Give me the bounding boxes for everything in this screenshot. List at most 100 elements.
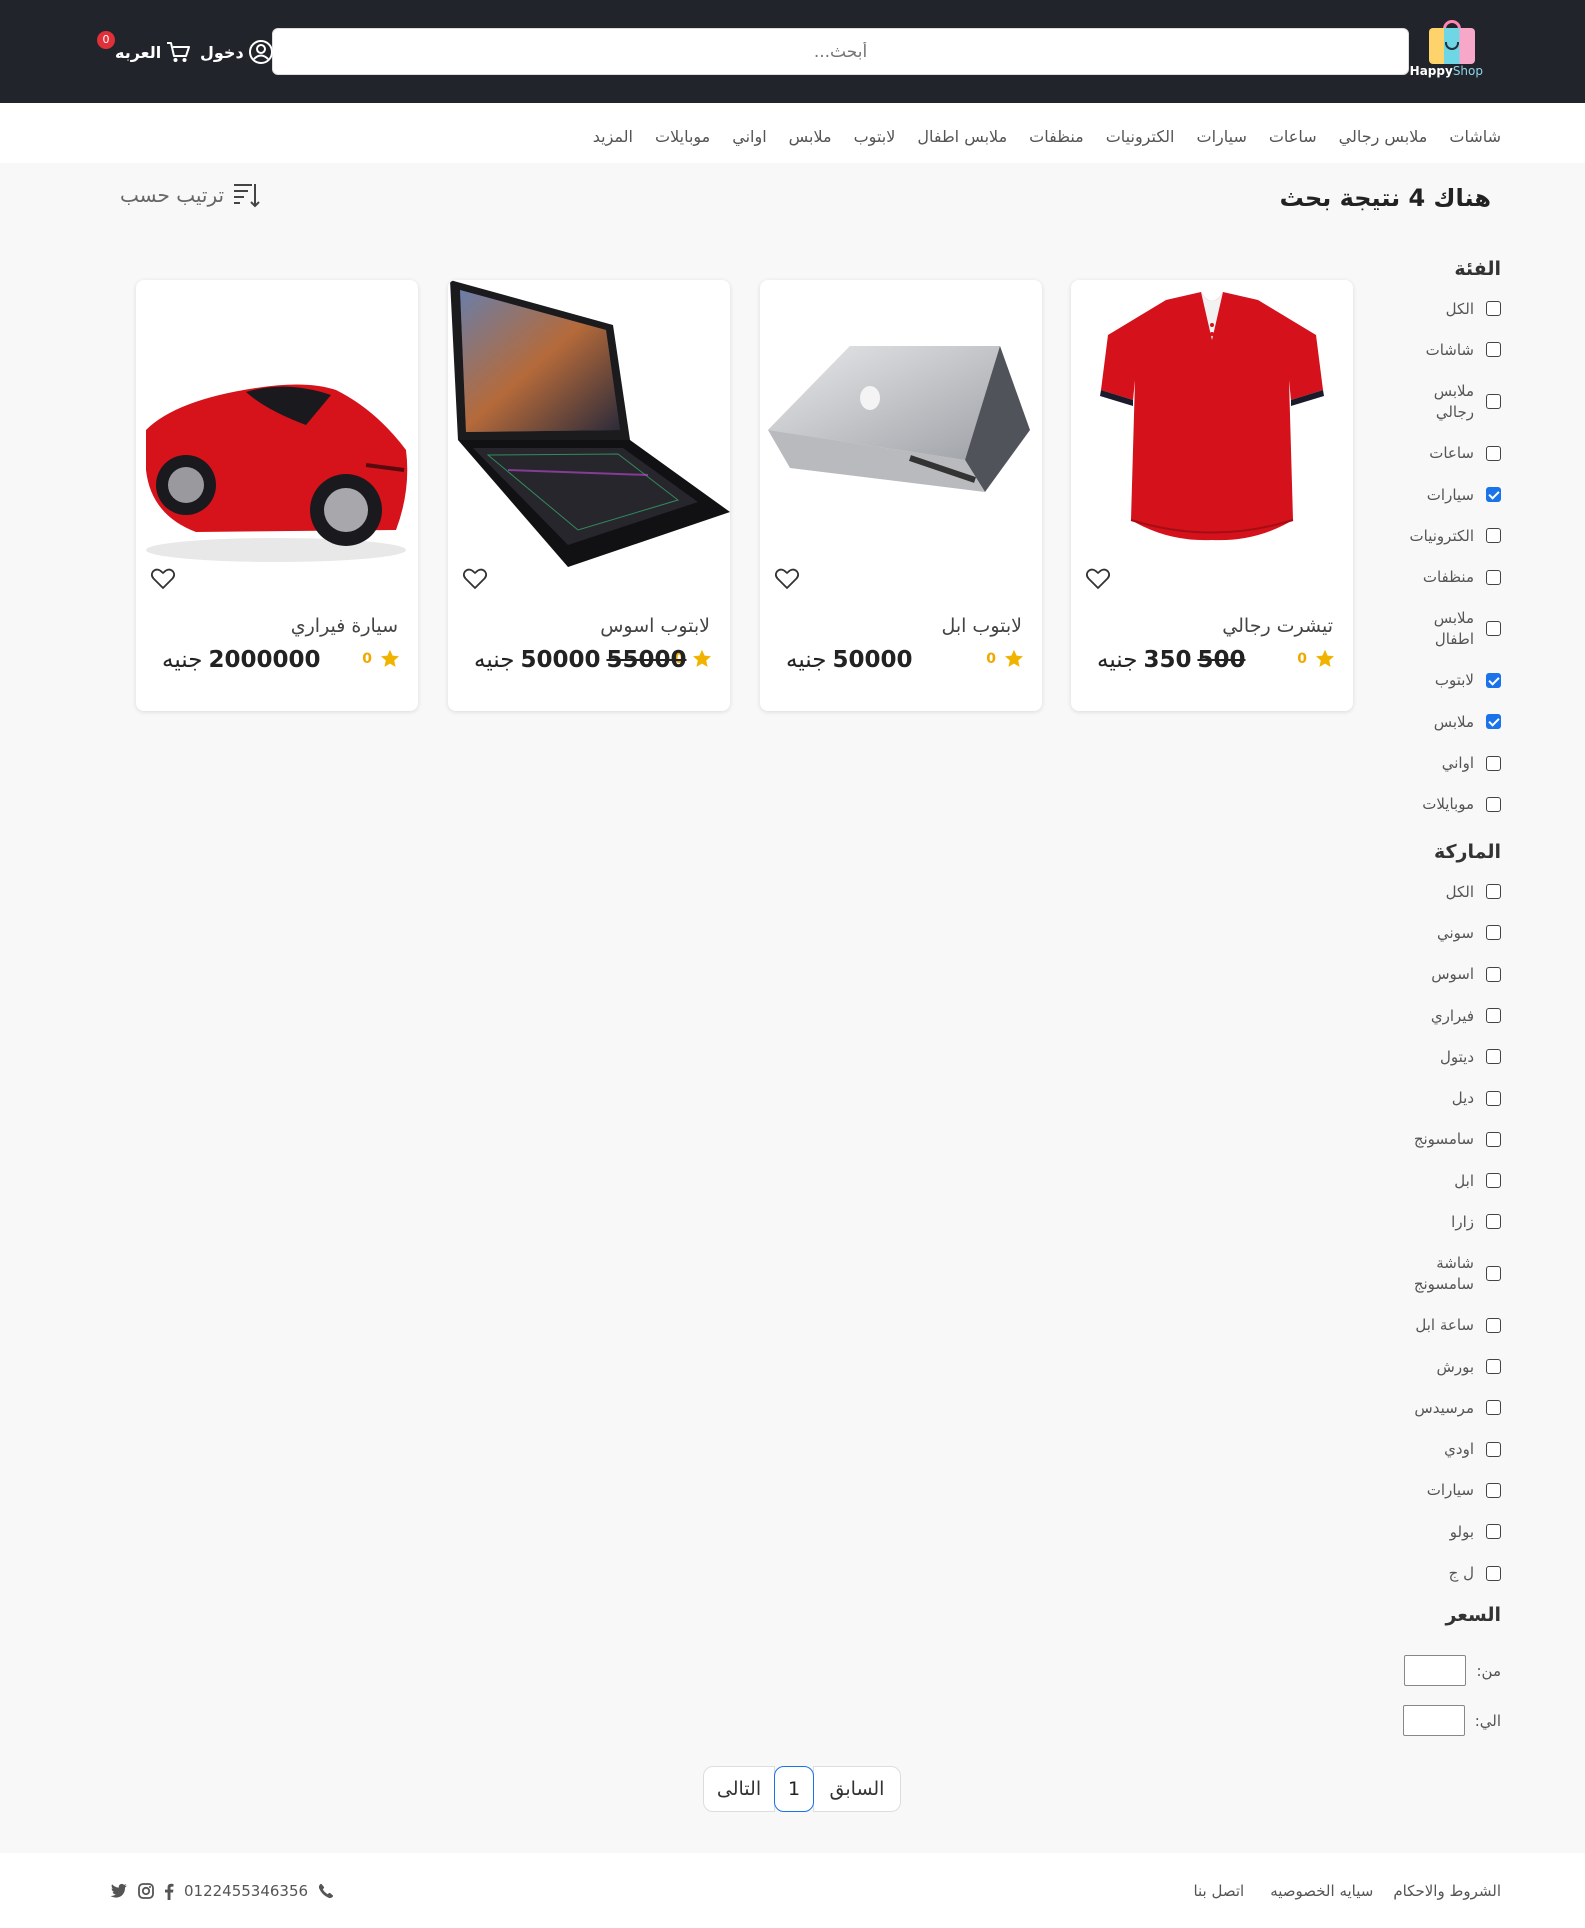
brand-filter-checkbox[interactable] xyxy=(1486,1565,1501,1581)
nav-category-item[interactable]: سيارات xyxy=(1197,127,1247,146)
category-filter-option[interactable]: ملابس اطفال xyxy=(1361,598,1501,660)
brand-filter-option[interactable]: ديتول xyxy=(1361,1036,1501,1077)
sort-button[interactable]: ترتيب حسب xyxy=(120,182,260,208)
brand-filter-option[interactable]: ل ج xyxy=(1361,1552,1501,1593)
brand-filter-checkbox[interactable] xyxy=(1486,1214,1501,1230)
category-filter-checkbox[interactable] xyxy=(1486,342,1501,358)
nav-category-item[interactable]: المزيد xyxy=(593,127,633,146)
category-filter-checkbox[interactable] xyxy=(1486,445,1501,461)
product-card[interactable]: لابتوب اسوس 0 55000 50000 جنيه xyxy=(448,280,730,711)
brand-filter-checkbox[interactable] xyxy=(1486,1173,1501,1189)
heart-icon[interactable] xyxy=(462,567,488,591)
brand-filter-option[interactable]: ديل xyxy=(1361,1077,1501,1118)
brand-filter-option[interactable]: زارا xyxy=(1361,1201,1501,1242)
brand-filter-option[interactable]: اودي xyxy=(1361,1429,1501,1470)
category-filter-option[interactable]: موبايلات xyxy=(1361,784,1501,825)
brand-filter-option[interactable]: سوني xyxy=(1361,912,1501,953)
brand-filter-checkbox[interactable] xyxy=(1486,1400,1501,1416)
product-image[interactable] xyxy=(448,280,730,570)
nav-category-item[interactable]: ملابس xyxy=(789,127,832,146)
twitter-icon[interactable] xyxy=(110,1883,128,1899)
category-filter-option[interactable]: اواني xyxy=(1361,742,1501,783)
brand-filter-checkbox[interactable] xyxy=(1486,884,1501,900)
brand-filter-checkbox[interactable] xyxy=(1486,1441,1501,1457)
nav-category-item[interactable]: ملابس اطفال xyxy=(917,127,1007,146)
category-filter-option[interactable]: منظفات xyxy=(1361,556,1501,597)
category-filter-checkbox[interactable] xyxy=(1486,569,1501,585)
logo[interactable]: HappyShop xyxy=(1410,20,1483,82)
brand-filter-checkbox[interactable] xyxy=(1486,1090,1501,1106)
product-name[interactable]: سيارة فيراري xyxy=(291,615,398,637)
category-filter-checkbox[interactable] xyxy=(1486,621,1501,637)
nav-category-item[interactable]: لابتوب xyxy=(854,127,896,146)
brand-filter-option[interactable]: الكل xyxy=(1361,871,1501,912)
category-filter-checkbox[interactable] xyxy=(1486,528,1501,544)
brand-filter-checkbox[interactable] xyxy=(1486,1266,1501,1282)
instagram-icon[interactable] xyxy=(138,1883,154,1899)
brand-filter-checkbox[interactable] xyxy=(1486,1317,1501,1333)
footer-link[interactable]: الشروط والاحكام xyxy=(1393,1882,1501,1900)
price-from-input[interactable] xyxy=(1404,1655,1467,1687)
next-page-button[interactable]: التالى xyxy=(703,1766,775,1812)
category-filter-option[interactable]: لابتوب xyxy=(1361,660,1501,701)
heart-icon[interactable] xyxy=(1085,567,1111,591)
category-filter-checkbox[interactable] xyxy=(1486,672,1501,688)
nav-category-item[interactable]: شاشات xyxy=(1449,127,1501,146)
category-filter-option[interactable]: سيارات xyxy=(1361,474,1501,515)
category-filter-option[interactable]: الكترونيات xyxy=(1361,515,1501,556)
category-filter-checkbox[interactable] xyxy=(1486,394,1501,410)
brand-filter-checkbox[interactable] xyxy=(1486,1131,1501,1147)
brand-filter-option[interactable]: سامسونج xyxy=(1361,1119,1501,1160)
nav-category-item[interactable]: موبايلات xyxy=(655,127,710,146)
category-filter-option[interactable]: شاشات xyxy=(1361,329,1501,370)
nav-category-item[interactable]: منظفات xyxy=(1029,127,1084,146)
facebook-icon[interactable] xyxy=(164,1883,174,1900)
nav-category-item[interactable]: الكترونيات xyxy=(1106,127,1175,146)
cart-button[interactable]: العربه xyxy=(115,38,191,66)
footer-link[interactable]: سيايه الخصوصيه xyxy=(1270,1882,1373,1900)
product-card[interactable]: تيشرت رجالي 0 500 350 جنيه xyxy=(1071,280,1353,711)
product-card[interactable]: سيارة فيراري 0 2000000 جنيه xyxy=(136,280,418,711)
previous-page-button[interactable]: السابق xyxy=(813,1766,901,1812)
nav-category-item[interactable]: ساعات xyxy=(1269,127,1317,146)
category-filter-option[interactable]: ملابس رجالي xyxy=(1361,371,1501,433)
product-name[interactable]: لابتوب اسوس xyxy=(600,615,710,637)
heart-icon[interactable] xyxy=(150,567,176,591)
footer-link[interactable]: اتصل بنا xyxy=(1193,1882,1244,1900)
category-filter-checkbox[interactable] xyxy=(1486,796,1501,812)
brand-filter-option[interactable]: بولو xyxy=(1361,1511,1501,1552)
category-filter-checkbox[interactable] xyxy=(1486,755,1501,771)
brand-filter-option[interactable]: ابل xyxy=(1361,1160,1501,1201)
category-filter-option[interactable]: ملابس xyxy=(1361,701,1501,742)
product-name[interactable]: لابتوب ابل xyxy=(941,615,1022,637)
brand-filter-checkbox[interactable] xyxy=(1486,1049,1501,1065)
brand-filter-option[interactable]: سيارات xyxy=(1361,1470,1501,1511)
brand-filter-checkbox[interactable] xyxy=(1486,966,1501,982)
product-image[interactable] xyxy=(136,280,418,570)
price-to-input[interactable] xyxy=(1402,1705,1465,1737)
category-filter-checkbox[interactable] xyxy=(1486,714,1501,730)
brand-filter-checkbox[interactable] xyxy=(1486,925,1501,941)
product-image[interactable] xyxy=(1071,280,1353,570)
current-page-button[interactable]: 1 xyxy=(774,1766,814,1812)
nav-category-item[interactable]: اواني xyxy=(732,127,766,146)
brand-filter-checkbox[interactable] xyxy=(1486,1524,1501,1540)
nav-category-item[interactable]: ملابس رجالي xyxy=(1339,127,1428,146)
brand-filter-option[interactable]: شاشة سامسونج xyxy=(1361,1243,1501,1305)
product-name[interactable]: تيشرت رجالي xyxy=(1222,615,1333,637)
brand-filter-option[interactable]: فيراري xyxy=(1361,995,1501,1036)
heart-icon[interactable] xyxy=(774,567,800,591)
category-filter-checkbox[interactable] xyxy=(1486,301,1501,317)
category-filter-checkbox[interactable] xyxy=(1486,487,1501,503)
product-image[interactable] xyxy=(760,280,1042,570)
brand-filter-checkbox[interactable] xyxy=(1486,1008,1501,1023)
category-filter-option[interactable]: ساعات xyxy=(1361,433,1501,474)
brand-filter-option[interactable]: ساعة ابل xyxy=(1361,1305,1501,1346)
brand-filter-checkbox[interactable] xyxy=(1486,1359,1501,1375)
brand-filter-option[interactable]: بورش xyxy=(1361,1346,1501,1387)
category-filter-option[interactable]: الكل xyxy=(1361,288,1501,329)
brand-filter-option[interactable]: اسوس xyxy=(1361,954,1501,995)
brand-filter-option[interactable]: مرسيدس xyxy=(1361,1387,1501,1428)
search-input[interactable] xyxy=(273,29,1408,74)
product-card[interactable]: لابتوب ابل 0 50000 جنيه xyxy=(760,280,1042,711)
